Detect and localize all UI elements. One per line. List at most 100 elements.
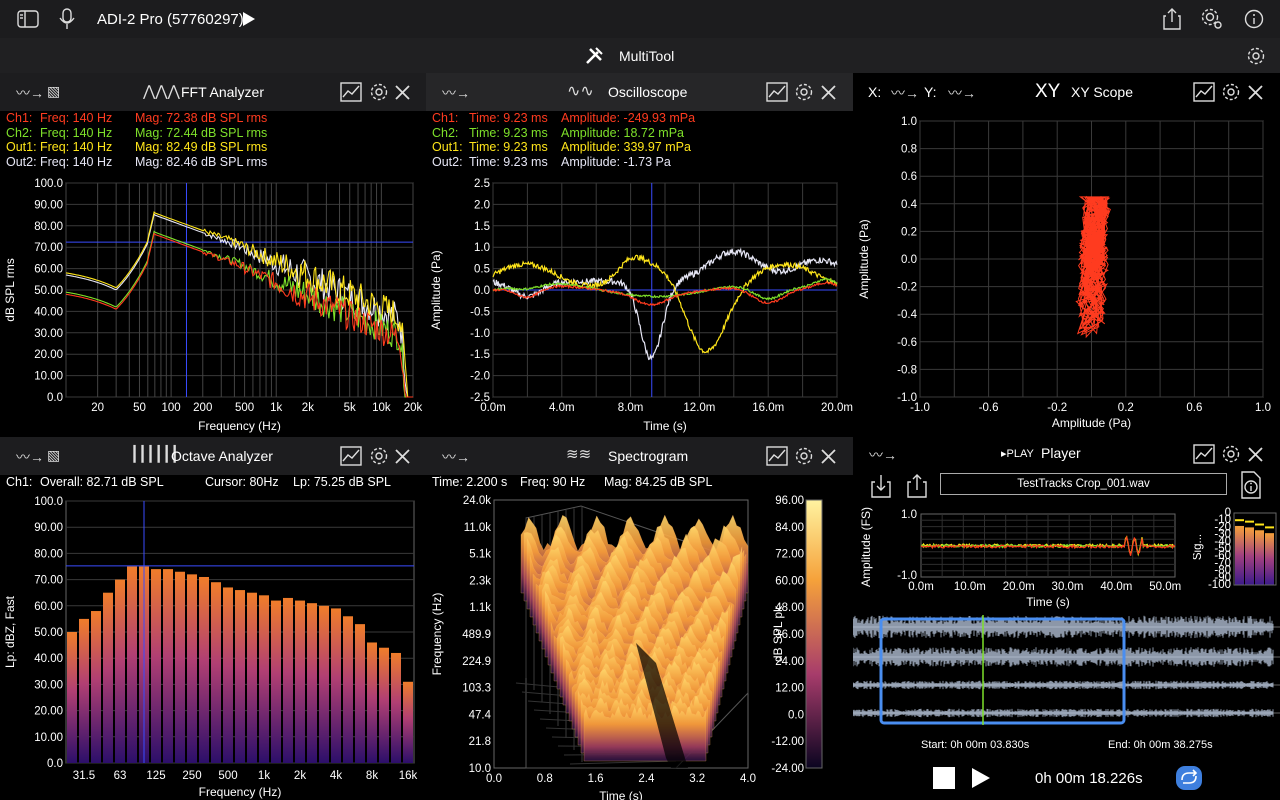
x-axis-label: Amplitude (Pa): [1052, 416, 1131, 430]
y-tick-label: -0.4: [897, 309, 917, 321]
spectrogram-logo-icon: ≋≋: [566, 446, 592, 463]
octave-bar: [199, 576, 209, 763]
player-mini-scope[interactable]: 1.0-1.00.0m 10.0m 20.0m 30.0m 40.0m 50.0mTime…: [853, 507, 1198, 612]
y-tick-label: -1.0: [470, 328, 490, 340]
panel-settings-icon[interactable]: [369, 446, 389, 466]
channel-select-icon[interactable]: ▧: [47, 83, 60, 100]
player-panel: 〰→ ▸PLAY Player TestTracks Crop_001.wav …: [853, 437, 1280, 800]
y-axis-label: Amplitude (Pa): [429, 250, 443, 329]
y-tick-label: 70.00: [34, 242, 63, 254]
x-tick-label: 4k: [330, 770, 342, 782]
info-icon[interactable]: [1244, 9, 1264, 29]
y-tick-label: 2.3k: [469, 575, 491, 587]
close-icon[interactable]: [1248, 447, 1263, 462]
graph-icon[interactable]: [1193, 82, 1215, 102]
file-name: TestTracks Crop_001.wav: [1017, 478, 1150, 490]
octave-plot[interactable]: 100.0 90.00 80.00 70.00 60.00 50.00 40.00 30.00…: [0, 493, 426, 800]
x-tick-label: 20k: [404, 402, 423, 414]
x-tick-label: 10.0m: [954, 581, 986, 593]
close-icon[interactable]: [1248, 85, 1263, 100]
x-tick-label: 0.0m: [908, 581, 934, 593]
oscilloscope-plot[interactable]: 2.52.01.51.00.50.0-0.5-1.0-1.5-2.0-2.50.…: [426, 173, 853, 435]
y-tick-label: 1.0: [901, 509, 917, 521]
panel-settings-icon[interactable]: [1221, 82, 1241, 102]
panel-settings-icon[interactable]: [794, 82, 814, 102]
input-routing-icon[interactable]: 〰→: [442, 83, 470, 103]
colorbar-tick-label: -12.00: [771, 736, 804, 748]
x-tick-label: 0.0: [486, 773, 502, 785]
input-routing-icon[interactable]: 〰→: [442, 447, 470, 467]
file-info-icon[interactable]: [1240, 471, 1262, 499]
close-icon[interactable]: [821, 449, 836, 464]
waveform-overview[interactable]: [853, 613, 1280, 728]
close-icon[interactable]: [395, 85, 410, 100]
x-tick-label: 50.0m: [1149, 581, 1181, 593]
player-header: 〰→ ▸PLAY Player: [853, 437, 1280, 471]
player-title: Player: [1041, 445, 1081, 461]
octave-bar: [259, 595, 269, 763]
device-name[interactable]: ADI-2 Pro (57760297): [97, 11, 244, 28]
x-tick-label: 8k: [366, 770, 378, 782]
octave-bar: [211, 582, 221, 763]
fft-plot[interactable]: 100.0 90.00 80.00 70.00 60.00 50.00 40.00 30.00…: [0, 173, 426, 435]
input-routing-icon[interactable]: 〰→: [869, 445, 897, 465]
oscilloscope-title: Oscilloscope: [608, 84, 688, 100]
import-icon[interactable]: [870, 473, 892, 499]
x-tick-label: -0.2: [1047, 402, 1067, 414]
y-axis-label: Lp: dBZ, Fast: [3, 595, 17, 668]
spectrogram-plot[interactable]: 24.0k 11.0k 5.1k 2.3k 1.1k 489.9 224.9 103.3 47.…: [426, 493, 853, 800]
octave-bar: [103, 592, 113, 763]
y-tick-label: -0.8: [897, 364, 917, 376]
stop-button[interactable]: [933, 767, 955, 789]
export-icon[interactable]: [906, 473, 928, 499]
close-icon[interactable]: [821, 85, 836, 100]
x-tick-label: 200: [193, 402, 212, 414]
settings-icon[interactable]: [1200, 7, 1224, 31]
xy-plot[interactable]: 1.00.80.60.40.20.0-0.2-0.4-0.6-0.8-1.0-1…: [853, 111, 1280, 435]
waveform-track: [853, 647, 1274, 667]
y-tick-label: 40.00: [34, 306, 63, 318]
y-tick-label: 90.00: [34, 522, 63, 534]
meter-bar: [1265, 533, 1274, 585]
y-tick-label: 103.3: [462, 683, 491, 695]
x-tick-label: -1.0: [910, 402, 930, 414]
x-tick-label: 4.0: [740, 773, 756, 785]
panel-settings-icon[interactable]: [794, 446, 814, 466]
graph-icon[interactable]: [1193, 444, 1215, 464]
xy-scope-panel: X: 〰→ Y: 〰→ XY XY Scope 1.0 0.8 0.6 0.4 0.2 0…: [853, 73, 1280, 435]
y-tick-label: 0.0: [901, 254, 917, 266]
channel-select-icon[interactable]: ▧: [47, 447, 60, 464]
graph-icon[interactable]: [766, 446, 788, 466]
close-icon[interactable]: [395, 449, 410, 464]
file-name-field[interactable]: TestTracks Crop_001.wav: [940, 473, 1227, 495]
x-tick-label: 0.6: [1186, 402, 1202, 414]
microphone-icon[interactable]: [59, 8, 75, 30]
y-routing-icon[interactable]: 〰→: [948, 83, 976, 103]
x-routing-icon[interactable]: 〰→: [891, 83, 919, 103]
x-axis-label: Time (s): [599, 789, 643, 800]
y-tick-label: 0.0: [47, 758, 63, 770]
panel-settings-icon[interactable]: [1221, 444, 1241, 464]
graph-icon[interactable]: [340, 446, 362, 466]
octave-title: Octave Analyzer: [171, 448, 273, 464]
meter-tick-label: -100: [1208, 579, 1231, 591]
readout-row-ch2: Ch2: Time: 9.23 ms Amplitude: 18.72 mPa: [432, 125, 684, 140]
x-axis-label: Time (s): [1026, 595, 1070, 609]
sidebar-icon[interactable]: [17, 10, 39, 28]
graph-icon[interactable]: [340, 82, 362, 102]
y-tick-label: -0.6: [897, 337, 917, 349]
panel-settings-icon[interactable]: [369, 82, 389, 102]
play-button[interactable]: [971, 767, 991, 789]
play-icon[interactable]: [241, 10, 257, 28]
x-tick-label: 20.0m: [821, 402, 853, 414]
input-routing-icon[interactable]: 〰→: [16, 83, 44, 103]
y-tick-label: 10.00: [34, 371, 63, 383]
graph-icon[interactable]: [766, 82, 788, 102]
input-routing-icon[interactable]: 〰→: [16, 447, 44, 467]
window-settings-icon[interactable]: [1246, 46, 1266, 66]
loop-button[interactable]: [1175, 765, 1203, 791]
share-icon[interactable]: [1162, 7, 1182, 31]
y-tick-label: -2.0: [470, 371, 490, 383]
octave-readout: Ch1: Overall: 82.71 dB SPL Cursor: 80Hz Lp:…: [6, 475, 391, 489]
fft-readout: Ch1: Freq: 140 Hz Mag: 72.38 dB SPL rms Ch…: [6, 111, 267, 169]
